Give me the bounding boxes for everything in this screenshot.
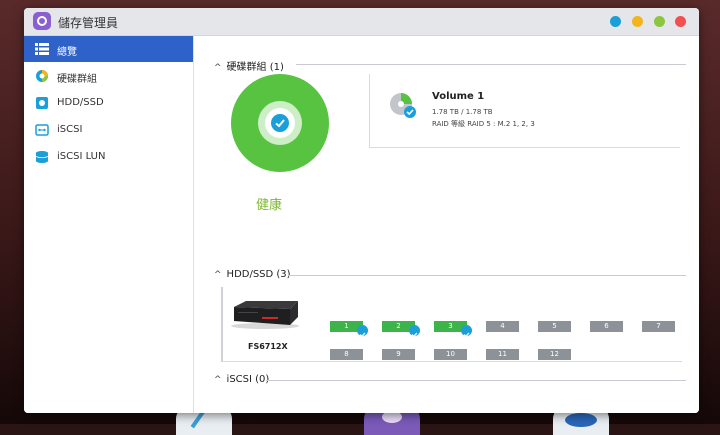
window-title: 儲存管理員 <box>58 16 119 30</box>
title-bar[interactable]: 儲存管理員 <box>24 8 699 36</box>
disk-slot-8[interactable]: 8 <box>330 349 363 360</box>
sidebar-item-hdd-ssd[interactable]: HDD/SSD <box>24 90 193 116</box>
nas-device-image <box>231 301 299 329</box>
volume-name: Volume 1 <box>432 91 485 102</box>
check-icon <box>461 325 472 338</box>
disk-slot-9[interactable]: 9 <box>382 349 415 360</box>
chevron-up-icon: ^ <box>214 63 222 73</box>
pie-chart-icon <box>36 70 48 82</box>
section-divider <box>266 380 686 381</box>
database-icon <box>35 151 49 163</box>
main-content: ^ 硬碟群組 (1) 健康 Volume 1 1.78 TB / 1.78 TB… <box>194 36 699 413</box>
check-icon <box>271 114 289 132</box>
sidebar: 總覽 硬碟群組 HDD/SSD iSCSI iSCSI LUN <box>24 36 194 413</box>
minimize-button[interactable] <box>632 16 643 27</box>
volume-size: 1.78 TB / 1.78 TB <box>432 108 493 116</box>
iscsi-icon <box>35 124 49 136</box>
disk-slot-12[interactable]: 12 <box>538 349 571 360</box>
volume-icon <box>390 93 416 118</box>
chevron-up-icon: ^ <box>214 270 222 280</box>
app-logo-icon <box>33 12 51 30</box>
check-icon <box>409 325 420 338</box>
disk-slot-6[interactable]: 6 <box>590 321 623 332</box>
health-status-indicator <box>231 74 329 172</box>
check-icon <box>357 325 368 338</box>
disk-slot-10[interactable]: 10 <box>434 349 467 360</box>
disk-icon <box>36 97 48 109</box>
volume-raid: RAID 等級 RAID 5 : M.2 1, 2, 3 <box>432 120 535 128</box>
hdd-ssd-heading: HDD/SSD (3) <box>226 269 291 280</box>
storage-manager-window: 儲存管理員 總覽 硬碟群組 HDD/SSD iSCSI iSCSI LUN ^ … <box>24 8 699 413</box>
disk-groups-heading: 硬碟群組 (1) <box>226 62 284 73</box>
disk-slot-5[interactable]: 5 <box>538 321 571 332</box>
sidebar-item-disk-groups[interactable]: 硬碟群組 <box>24 63 193 89</box>
sidebar-item-iscsi-lun[interactable]: iSCSI LUN <box>24 144 193 170</box>
hdd-ssd-panel: FS6712X 1 2 3 4 5 6 7 8 9 10 11 12 <box>221 287 682 362</box>
disk-groups-section-toggle[interactable]: ^ 硬碟群組 (1) <box>214 58 284 73</box>
disk-slot-7[interactable]: 7 <box>642 321 675 332</box>
sidebar-item-label: HDD/SSD <box>57 97 104 108</box>
device-model-label: FS6712X <box>248 342 288 351</box>
sidebar-item-label: 硬碟群組 <box>57 74 97 85</box>
health-status-label: 健康 <box>256 198 283 213</box>
sidebar-item-iscsi[interactable]: iSCSI <box>24 117 193 143</box>
chevron-up-icon: ^ <box>214 375 222 385</box>
overview-icon <box>35 43 49 55</box>
hdd-ssd-section-toggle[interactable]: ^ HDD/SSD (3) <box>214 269 291 280</box>
iscsi-section-toggle[interactable]: ^ iSCSI (0) <box>214 374 269 385</box>
volume-card[interactable]: Volume 1 1.78 TB / 1.78 TB RAID 等級 RAID … <box>369 74 680 148</box>
sidebar-item-label: iSCSI <box>57 124 83 135</box>
section-divider <box>296 64 686 65</box>
disk-slot-4[interactable]: 4 <box>486 321 519 332</box>
sidebar-item-label: 總覽 <box>57 47 77 58</box>
info-button[interactable] <box>610 16 621 27</box>
maximize-button[interactable] <box>654 16 665 27</box>
close-button[interactable] <box>675 16 686 27</box>
iscsi-heading: iSCSI (0) <box>226 374 270 385</box>
sidebar-item-label: iSCSI LUN <box>57 151 106 162</box>
section-divider <box>288 275 686 276</box>
sidebar-item-overview[interactable]: 總覽 <box>24 36 193 62</box>
disk-slot-11[interactable]: 11 <box>486 349 519 360</box>
